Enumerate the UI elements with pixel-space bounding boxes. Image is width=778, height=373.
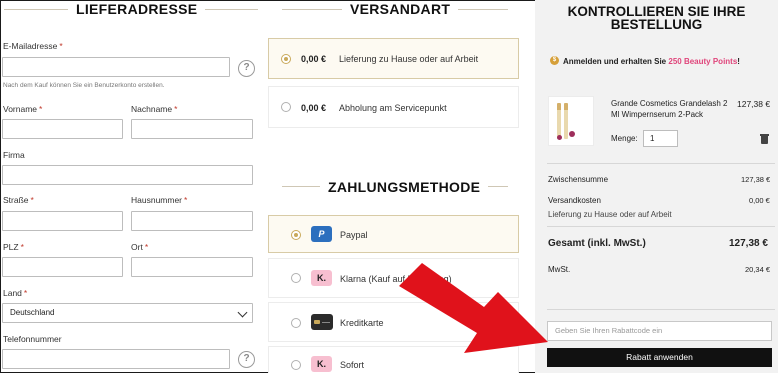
radio-selected[interactable] bbox=[291, 230, 301, 240]
lastname-label: Nachname * bbox=[131, 104, 178, 114]
country-label: Land * bbox=[3, 288, 28, 298]
radio-unselected[interactable] bbox=[291, 273, 301, 283]
order-summary-panel: KONTROLLIEREN SIE IHRE BESTELLUNG bbox=[535, 0, 778, 373]
shipping-method-name: Lieferung zu Hause oder auf Arbeit bbox=[548, 210, 672, 219]
quantity-input[interactable]: 1 bbox=[643, 130, 678, 147]
product-thumbnail bbox=[548, 96, 594, 146]
lastname-field[interactable] bbox=[131, 119, 253, 139]
payment-option-label: Sofort bbox=[340, 360, 365, 370]
phone-help-icon[interactable]: ? bbox=[238, 351, 255, 368]
street-label: Straße * bbox=[3, 195, 34, 205]
total-label: Gesamt (inkl. MwSt.) bbox=[548, 238, 646, 249]
country-select[interactable]: Deutschland bbox=[2, 303, 253, 323]
radio-unselected[interactable] bbox=[281, 102, 291, 112]
city-label: Ort * bbox=[131, 242, 149, 252]
beauty-points-text: Anmelden und erhalten Sie 250 Beauty Poi… bbox=[563, 57, 740, 66]
tax-value: 20,34 € bbox=[745, 265, 771, 274]
beauty-points-link[interactable]: 250 Beauty Points bbox=[668, 57, 737, 66]
sofort-icon: K. bbox=[311, 356, 332, 372]
company-field[interactable] bbox=[2, 165, 253, 185]
payment-option-label: Kreditkarte bbox=[340, 318, 384, 328]
apply-coupon-button[interactable]: Rabatt anwenden bbox=[547, 348, 772, 367]
radio-selected[interactable] bbox=[281, 54, 291, 64]
payment-method-title: ZAHLUNGSMETHODE bbox=[320, 179, 489, 195]
divider bbox=[547, 163, 775, 164]
shipping-method-title: VERSANDART bbox=[342, 1, 459, 17]
product-price: 127,38 € bbox=[737, 99, 771, 109]
shipping-option-home[interactable]: 0,00 € Lieferung zu Hause oder auf Arbei… bbox=[268, 38, 519, 79]
email-field[interactable] bbox=[2, 57, 230, 77]
shipping-cost-label: Versandkosten bbox=[548, 196, 601, 205]
payment-option-label: Klarna (Kauf auf Rechnung) bbox=[340, 274, 452, 284]
phone-label: Telefonnummer bbox=[3, 334, 62, 344]
payment-option-creditcard[interactable]: Kreditkarte bbox=[268, 302, 519, 342]
tax-label: MwSt. bbox=[548, 265, 571, 274]
quantity-label: Menge: bbox=[611, 134, 638, 143]
zip-field[interactable] bbox=[2, 257, 123, 277]
shipping-address-section: LIEFERADRESSE E-Mailadresse * ? Nach dem … bbox=[0, 0, 262, 373]
company-label: Firma bbox=[3, 150, 25, 160]
summary-title-line2: BESTELLUNG bbox=[610, 17, 703, 32]
klarna-icon: K. bbox=[311, 270, 332, 286]
firstname-field[interactable] bbox=[2, 119, 123, 139]
phone-field[interactable] bbox=[2, 349, 230, 369]
subtotal-value: 127,38 € bbox=[741, 175, 771, 184]
paypal-icon: P bbox=[311, 226, 332, 242]
street-field[interactable] bbox=[2, 211, 123, 231]
payment-option-klarna[interactable]: K. Klarna (Kauf auf Rechnung) bbox=[268, 258, 519, 298]
shipping-cost-value: 0,00 € bbox=[749, 196, 770, 205]
subtotal-label: Zwischensumme bbox=[548, 175, 609, 184]
divider bbox=[547, 309, 775, 310]
housenumber-label: Hausnummer * bbox=[131, 195, 188, 205]
coupon-input[interactable]: Geben Sie Ihren Rabattcode ein bbox=[547, 321, 772, 341]
credit-card-icon bbox=[311, 314, 333, 330]
country-select-value: Deutschland bbox=[10, 308, 55, 317]
shipping-address-title: LIEFERADRESSE bbox=[68, 1, 206, 17]
firstname-label: Vorname * bbox=[3, 104, 43, 114]
product-name[interactable]: Grande Cosmetics Grandelash 2 Ml Wimpern… bbox=[611, 99, 728, 119]
email-label: E-Mailadresse * bbox=[3, 41, 63, 51]
housenumber-field[interactable] bbox=[131, 211, 253, 231]
city-field[interactable] bbox=[131, 257, 253, 277]
total-value: 127,38 € bbox=[729, 238, 768, 249]
coin-icon: $ bbox=[550, 56, 559, 65]
chevron-down-icon bbox=[237, 307, 248, 318]
shipping-option-price: 0,00 € bbox=[301, 103, 327, 113]
trash-icon[interactable] bbox=[760, 134, 769, 144]
email-hint: Nach dem Kauf können Sie ein Benutzerkon… bbox=[3, 82, 165, 89]
shipping-option-label: Abholung am Servicepunkt bbox=[339, 103, 447, 113]
shipping-option-label: Lieferung zu Hause oder auf Arbeit bbox=[339, 54, 479, 64]
divider bbox=[547, 226, 775, 227]
payment-option-sofort[interactable]: K. Sofort bbox=[268, 346, 519, 373]
radio-unselected[interactable] bbox=[291, 360, 301, 370]
email-help-icon[interactable]: ? bbox=[238, 60, 255, 77]
shipping-option-servicepoint[interactable]: 0,00 € Abholung am Servicepunkt bbox=[268, 86, 519, 128]
payment-option-paypal[interactable]: P Paypal bbox=[268, 215, 519, 253]
radio-unselected[interactable] bbox=[291, 318, 301, 328]
shipping-option-price: 0,00 € bbox=[301, 54, 327, 64]
zip-label: PLZ * bbox=[3, 242, 24, 252]
payment-option-label: Paypal bbox=[340, 230, 368, 240]
